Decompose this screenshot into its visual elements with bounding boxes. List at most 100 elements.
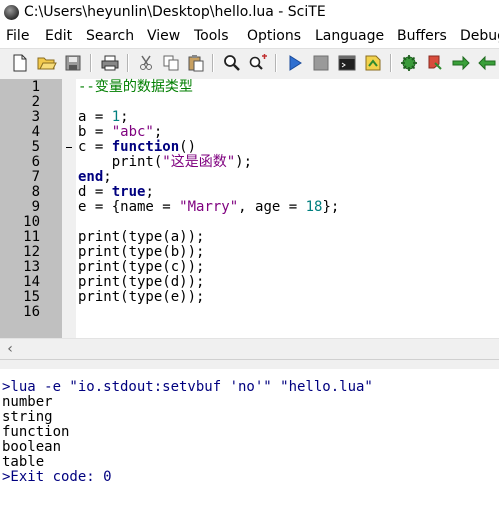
code-token: c =: [78, 139, 112, 155]
code-editor[interactable]: 1 2 3 4 5 6 7 8 9 10 11 12 13 14 15 16 -…: [0, 79, 499, 338]
code-token: );: [235, 154, 253, 170]
code-line: a = 1;: [78, 110, 129, 125]
title-bar: C:\Users\heyunlin\Desktop\hello.lua - Sc…: [0, 0, 499, 26]
line-number: 1: [31, 79, 40, 95]
code-token: d =: [78, 184, 112, 200]
find-icon[interactable]: [221, 52, 243, 74]
number-token: 18: [305, 199, 323, 215]
menu-edit[interactable]: Edit: [45, 28, 72, 44]
compile-icon[interactable]: [362, 52, 384, 74]
output-exit-line: >Exit code: 0: [2, 469, 112, 485]
stop-icon[interactable]: [310, 52, 332, 74]
toolbar-separator: [390, 54, 392, 72]
number-token: 1: [111, 109, 121, 125]
line-number: 7: [31, 169, 40, 185]
code-line: b = "abc";: [78, 125, 162, 140]
line-number: 3: [31, 109, 40, 125]
new-file-icon[interactable]: [9, 52, 31, 74]
horizontal-scrollbar[interactable]: ‹: [0, 338, 499, 360]
code-token: ;: [145, 184, 154, 200]
line-number: 6: [31, 154, 40, 170]
window-title: C:\Users\heyunlin\Desktop\hello.lua - Sc…: [24, 4, 326, 20]
code-line: print(type(d));: [78, 274, 205, 290]
code-line: print("这是函数");: [78, 155, 252, 170]
line-number: 12: [23, 244, 40, 260]
code-token: ;: [153, 124, 163, 140]
code-token: b =: [78, 124, 112, 140]
save-icon[interactable]: [62, 52, 84, 74]
code-line: end;: [78, 170, 112, 185]
keyword-token: true: [111, 184, 146, 200]
menu-view[interactable]: View: [147, 28, 180, 44]
output-pane[interactable]: >lua -e "io.stdout:setvbuf 'no'" "hello.…: [0, 369, 499, 518]
code-token: print(: [78, 154, 163, 170]
menu-tools[interactable]: Tools: [194, 28, 229, 44]
line-number: 10: [23, 214, 40, 230]
line-number: 9: [31, 199, 40, 215]
string-token: "这是函数": [162, 154, 236, 170]
code-line: --变量的数据类型: [78, 80, 193, 95]
code-line: c = function(): [78, 140, 196, 155]
keyword-token: function: [111, 139, 180, 155]
menu-language[interactable]: Language: [315, 28, 384, 44]
code-token: (): [179, 139, 197, 155]
output-line: function: [2, 424, 70, 440]
line-number: 11: [23, 229, 40, 245]
code-line: print(type(c));: [78, 259, 205, 275]
menu-buffers[interactable]: Buffers: [397, 28, 447, 44]
line-number: 15: [23, 289, 40, 305]
string-token: "abc": [111, 124, 154, 140]
code-token: a =: [78, 109, 112, 125]
code-token: , age =: [238, 199, 306, 215]
paste-icon[interactable]: [185, 52, 207, 74]
code-line: print(type(b));: [78, 244, 205, 260]
keyword-token: end: [78, 169, 104, 185]
code-line: print(type(a));: [78, 229, 205, 245]
line-number: 8: [31, 184, 40, 200]
scroll-left-arrow-icon[interactable]: ‹: [0, 339, 20, 359]
line-number: 4: [31, 124, 40, 140]
menu-search[interactable]: Search: [86, 28, 134, 44]
menu-debug[interactable]: Debug: [460, 28, 499, 44]
scite-app-icon[interactable]: [4, 5, 19, 20]
fold-marker-icon[interactable]: [66, 147, 72, 148]
previous-message-icon[interactable]: [476, 52, 498, 74]
line-number: 2: [31, 94, 40, 110]
output-line: number: [2, 394, 53, 410]
open-folder-icon[interactable]: [36, 52, 58, 74]
toolbar-separator: [90, 54, 92, 72]
cut-icon[interactable]: [135, 52, 157, 74]
code-token: ;: [120, 109, 129, 125]
copy-icon[interactable]: [160, 52, 182, 74]
code-token: e = {name =: [78, 199, 180, 215]
code-line: d = true;: [78, 185, 154, 200]
replace-icon[interactable]: [247, 52, 269, 74]
fold-margin[interactable]: [62, 79, 76, 338]
terminal-icon[interactable]: [336, 52, 358, 74]
toolbar-separator: [127, 54, 129, 72]
line-number-margin: 1 2 3 4 5 6 7 8 9 10 11 12 13 14 15 16: [0, 79, 62, 338]
print-icon[interactable]: [99, 52, 121, 74]
toolbar-separator: [212, 54, 214, 72]
run-icon[interactable]: [284, 52, 306, 74]
output-line: table: [2, 454, 45, 470]
next-message-icon[interactable]: [450, 52, 472, 74]
line-number: 5: [31, 139, 40, 155]
line-number: 13: [23, 259, 40, 275]
output-line: string: [2, 409, 53, 425]
toolbar-separator: [275, 54, 277, 72]
output-command-line: >lua -e "io.stdout:setvbuf 'no'" "hello.…: [2, 379, 373, 395]
code-token: ;: [103, 169, 112, 185]
code-token: };: [322, 199, 340, 215]
menu-options[interactable]: Options: [247, 28, 301, 44]
line-number: 14: [23, 274, 40, 290]
toolbar: [0, 48, 499, 80]
comment-token: --变量的数据类型: [78, 79, 193, 95]
menu-file[interactable]: File: [6, 28, 29, 44]
string-token: "Marry": [179, 199, 239, 215]
code-line: e = {name = "Marry", age = 18};: [78, 200, 339, 215]
line-number: 16: [23, 304, 40, 320]
code-line: print(type(e));: [78, 289, 205, 305]
jump-icon[interactable]: [424, 52, 446, 74]
build-icon[interactable]: [398, 52, 420, 74]
